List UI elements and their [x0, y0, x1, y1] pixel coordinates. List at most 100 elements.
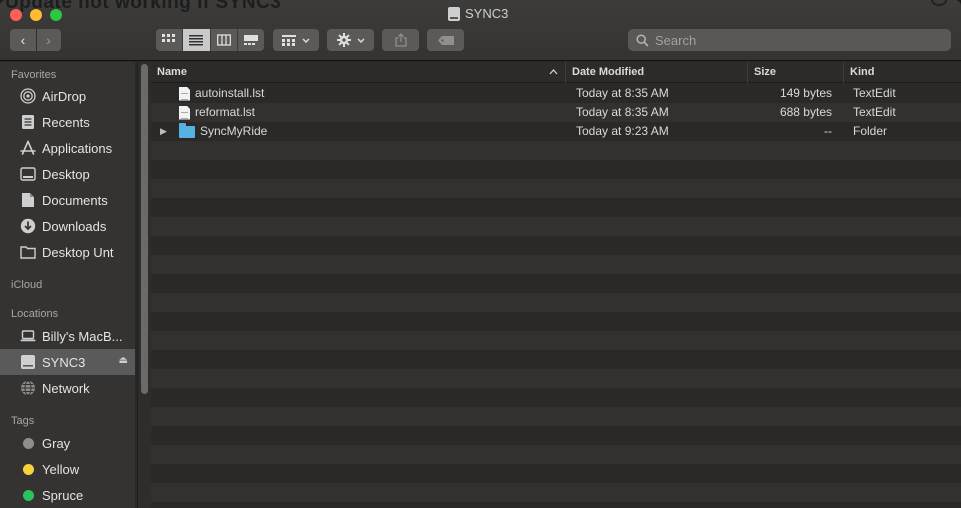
- empty-row: [151, 369, 961, 388]
- file-name: autoinstall.lst: [195, 86, 265, 100]
- sidebar-tag-gray[interactable]: Gray: [0, 430, 135, 456]
- gallery-icon: [243, 35, 258, 45]
- file-row[interactable]: reformat.lst Today at 8:35 AM 688 bytes …: [151, 103, 961, 122]
- sidebar-item-airdrop[interactable]: AirDrop: [0, 83, 135, 109]
- sidebar-item-label: Desktop: [42, 166, 90, 182]
- sort-ascending-icon: [549, 69, 558, 75]
- empty-row: [151, 426, 961, 445]
- edit-tags-button[interactable]: [427, 29, 464, 51]
- column-header-date[interactable]: Date Modified: [565, 62, 747, 83]
- tag-icon: [437, 35, 454, 45]
- sidebar-item-sync3[interactable]: SYNC3 ⏏: [0, 349, 135, 375]
- sidebar-item-macbook[interactable]: Billy's MacB...: [0, 323, 135, 349]
- zoom-button[interactable]: [50, 9, 62, 21]
- sidebar-item-label: Documents: [42, 192, 108, 208]
- sidebar-item-applications[interactable]: Applications: [0, 135, 135, 161]
- sidebar-item-documents[interactable]: Documents: [0, 187, 135, 213]
- search-input[interactable]: [655, 32, 935, 48]
- sidebar-item-recents[interactable]: Recents: [0, 109, 135, 135]
- drive-icon: [448, 6, 460, 21]
- empty-row: [151, 293, 961, 312]
- search-icon: [636, 33, 649, 47]
- file-name: reformat.lst: [195, 105, 256, 119]
- empty-row: [151, 312, 961, 331]
- view-mode-control: [156, 29, 264, 51]
- columns-icon: [216, 34, 231, 46]
- documents-icon: [19, 191, 37, 209]
- empty-row: [151, 160, 961, 179]
- file-name-cell: reformat.lst: [179, 103, 255, 122]
- sidebar-scroll-thumb[interactable]: [141, 64, 148, 394]
- empty-row: [151, 236, 961, 255]
- laptop-icon: [19, 327, 37, 345]
- file-date: Today at 8:35 AM: [576, 105, 669, 119]
- gear-icon: [336, 33, 351, 47]
- file-kind: Folder: [853, 124, 888, 138]
- share-icon: [394, 33, 407, 47]
- sidebar-item-label: SYNC3: [42, 354, 86, 370]
- column-header-name[interactable]: Name: [151, 62, 565, 83]
- gallery-view-button[interactable]: [236, 29, 264, 51]
- network-icon: [19, 379, 37, 397]
- tag-dot-icon: [23, 437, 34, 449]
- title-bar: Update not working if SYNC3 SYNC3 ‹ ›: [0, 0, 961, 61]
- share-button[interactable]: [382, 29, 419, 51]
- sidebar-tag-yellow[interactable]: Yellow: [0, 456, 135, 482]
- column-view-button[interactable]: [209, 29, 237, 51]
- sidebar-item-label: Yellow: [42, 461, 80, 477]
- background-ghost-icon: [931, 0, 947, 6]
- sidebar-item-downloads[interactable]: Downloads: [0, 213, 135, 239]
- sidebar-item-network[interactable]: Network: [0, 375, 135, 401]
- list-view-button[interactable]: [182, 29, 210, 51]
- file-size: 688 bytes: [779, 105, 832, 119]
- sidebar-tag-spruce[interactable]: Spruce: [0, 482, 135, 508]
- disclosure-triangle-icon[interactable]: ▶: [160, 122, 167, 141]
- empty-row: [151, 141, 961, 160]
- empty-row: [151, 464, 961, 483]
- sidebar-item-label: Billy's MacB...: [42, 328, 123, 344]
- empty-row: [151, 445, 961, 464]
- document-icon: [179, 86, 190, 101]
- group-by-button[interactable]: [273, 29, 319, 51]
- sidebar-section-favorites: Favorites: [11, 69, 57, 81]
- icon-view-button[interactable]: [156, 29, 182, 51]
- close-button[interactable]: [10, 9, 22, 21]
- sidebar-item-label: Recents: [42, 114, 90, 130]
- column-header-name-label: Name: [157, 66, 187, 78]
- empty-row: [151, 388, 961, 407]
- sidebar-scrollbar[interactable]: [137, 62, 151, 508]
- sidebar-item-label: Downloads: [42, 218, 107, 234]
- window-title: SYNC3: [448, 6, 508, 21]
- folder-icon: [19, 243, 37, 261]
- airdrop-icon: [19, 87, 37, 105]
- eject-icon[interactable]: ⏏: [119, 355, 128, 366]
- column-header: Name Date Modified Size Kind: [151, 62, 961, 83]
- back-button[interactable]: ‹: [11, 29, 36, 51]
- file-kind: TextEdit: [853, 86, 896, 100]
- column-header-size[interactable]: Size: [747, 62, 843, 83]
- applications-icon: [19, 139, 37, 157]
- file-row[interactable]: ▶ SyncMyRide Today at 9:23 AM -- Folder: [151, 122, 961, 141]
- search-field[interactable]: [628, 29, 951, 51]
- action-button[interactable]: [327, 29, 374, 51]
- sidebar-section-tags: Tags: [11, 415, 35, 427]
- sidebar-section-locations: Locations: [11, 308, 59, 320]
- sidebar-item-label: Network: [42, 380, 90, 396]
- sidebar-item-desktop[interactable]: Desktop: [0, 161, 135, 187]
- sidebar-item-label: Spruce: [42, 487, 84, 503]
- minimize-button[interactable]: [30, 9, 42, 21]
- recents-icon: [19, 113, 37, 131]
- file-size: --: [824, 124, 832, 138]
- sidebar-item-label: Desktop Unt: [42, 244, 114, 260]
- empty-row: [151, 179, 961, 198]
- sidebar-item-desktop-unt[interactable]: Desktop Unt: [0, 239, 135, 265]
- empty-row: [151, 483, 961, 502]
- document-icon: [179, 105, 190, 120]
- file-date: Today at 9:23 AM: [576, 124, 669, 138]
- forward-button[interactable]: ›: [35, 29, 61, 51]
- empty-row: [151, 350, 961, 369]
- file-size: 149 bytes: [779, 86, 832, 100]
- sidebar-section-icloud: iCloud: [11, 279, 43, 291]
- column-header-kind[interactable]: Kind: [843, 62, 961, 83]
- file-row[interactable]: autoinstall.lst Today at 8:35 AM 149 byt…: [151, 84, 961, 103]
